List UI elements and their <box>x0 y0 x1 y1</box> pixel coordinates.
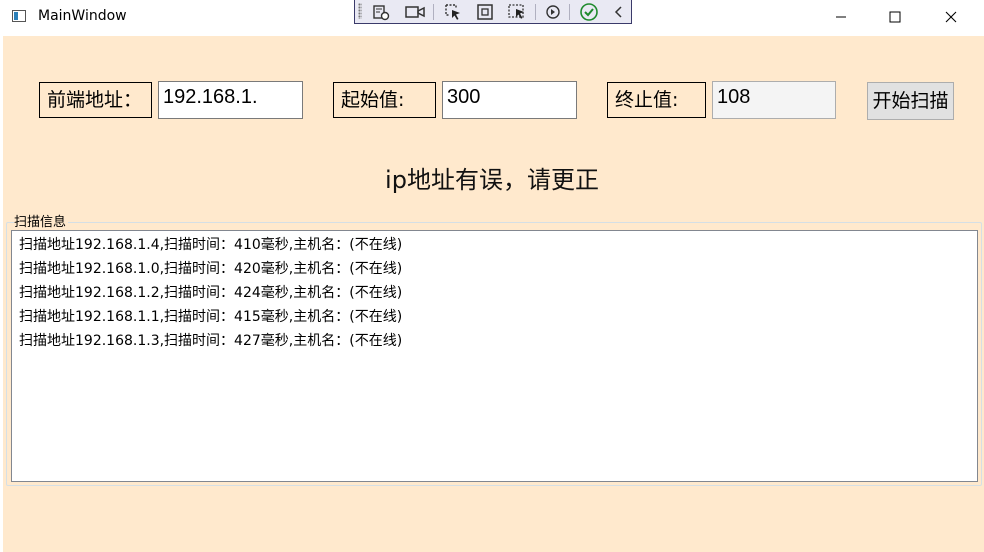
toolbar-grip[interactable] <box>358 3 362 19</box>
app-window-icon <box>12 10 26 22</box>
collapse-chevron-icon[interactable] <box>609 2 629 22</box>
start-scan-button[interactable]: 开始扫描 <box>867 82 954 120</box>
list-item[interactable]: 扫描地址192.168.1.4,扫描时间：410毫秒,主机名：(不在线) <box>12 234 977 258</box>
hot-reload-ok-icon[interactable] <box>579 2 599 22</box>
window-title: MainWindow <box>38 8 127 24</box>
prefix-label: 前端地址： <box>39 82 152 118</box>
live-visual-tree-icon[interactable] <box>371 2 391 22</box>
display-layout-adorners-icon[interactable] <box>475 2 495 22</box>
end-value-input[interactable]: 108 <box>712 81 836 119</box>
maximize-button[interactable] <box>872 0 918 34</box>
record-icon[interactable] <box>405 2 425 22</box>
select-element-icon[interactable] <box>443 2 463 22</box>
scan-info-group-title: 扫描信息 <box>14 211 69 230</box>
close-button[interactable] <box>928 0 974 34</box>
list-item[interactable]: 扫描地址192.168.1.3,扫描时间：427毫秒,主机名：(不在线) <box>12 330 977 354</box>
maximize-icon <box>889 11 901 23</box>
start-value-input[interactable]: 300 <box>442 81 577 119</box>
ip-prefix-input[interactable]: 192.168.1. <box>158 81 303 119</box>
minimize-icon <box>836 16 846 18</box>
track-focus-icon[interactable] <box>507 2 527 22</box>
list-item[interactable]: 扫描地址192.168.1.0,扫描时间：420毫秒,主机名：(不在线) <box>12 258 977 282</box>
xaml-debug-toolbar <box>354 0 632 24</box>
end-label: 终止值: <box>607 82 706 118</box>
list-item[interactable]: 扫描地址192.168.1.2,扫描时间：424毫秒,主机名：(不在线) <box>12 282 977 306</box>
scan-result-list[interactable]: 扫描地址192.168.1.4,扫描时间：410毫秒,主机名：(不在线) 扫描地… <box>11 230 978 482</box>
list-item[interactable]: 扫描地址192.168.1.1,扫描时间：415毫秒,主机名：(不在线) <box>12 306 977 330</box>
hot-reload-icon[interactable] <box>543 2 563 22</box>
title-bar: MainWindow <box>0 0 984 34</box>
close-icon <box>945 11 957 23</box>
minimize-button[interactable] <box>818 0 864 34</box>
status-message: ip地址有误，请更正 <box>385 166 599 194</box>
start-label: 起始值: <box>333 82 436 118</box>
